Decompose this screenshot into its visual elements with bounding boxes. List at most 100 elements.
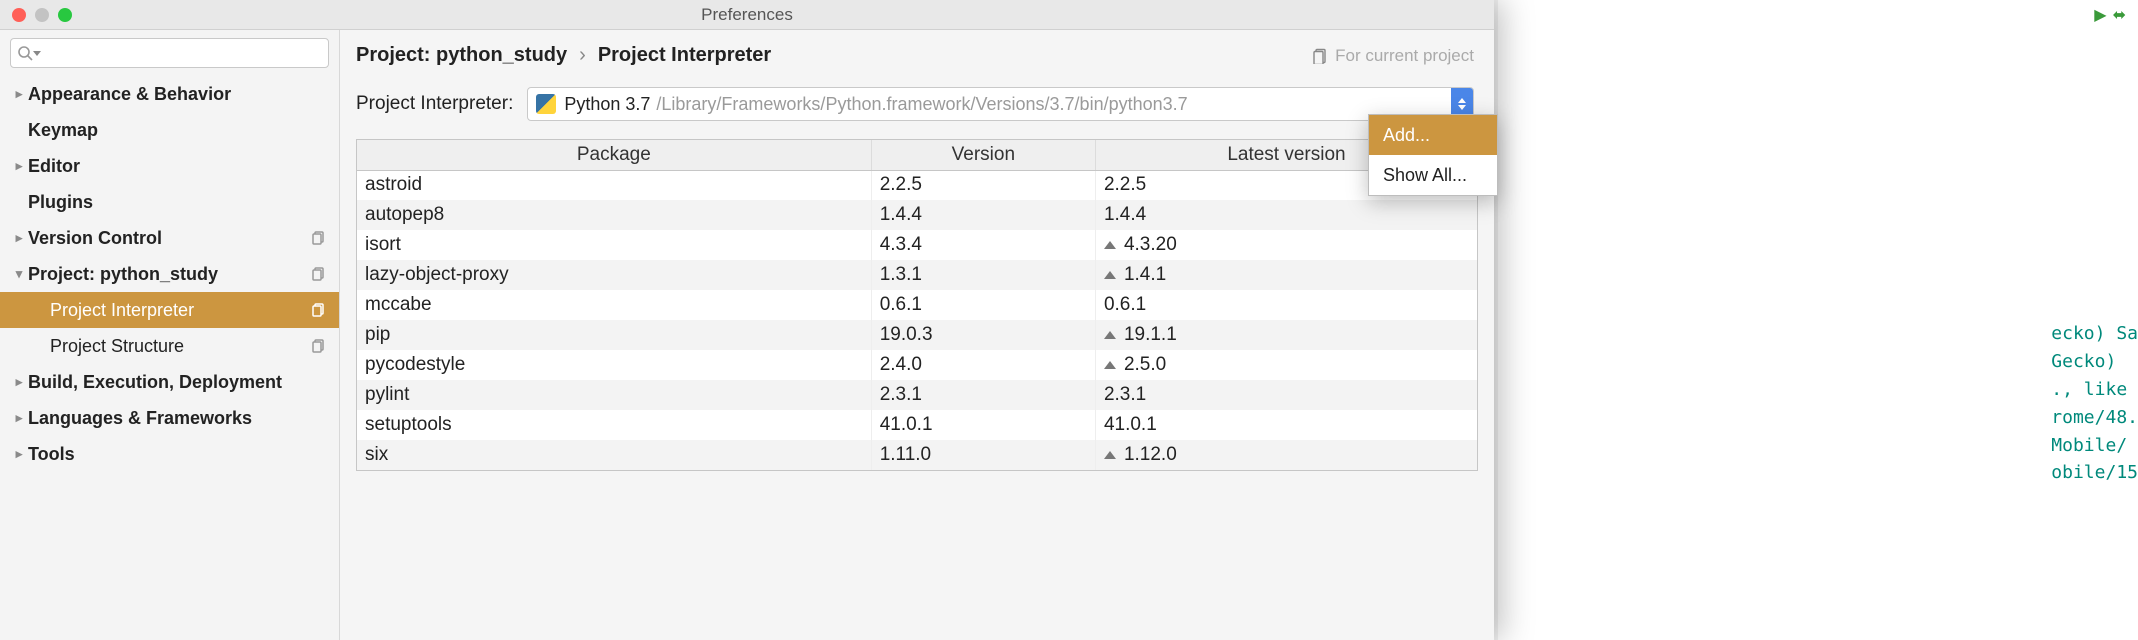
sidebar-item-label: Editor — [28, 156, 329, 177]
chevron-right-icon: ▸ — [10, 158, 28, 174]
chevron-down-icon — [33, 49, 41, 57]
document-icon — [1313, 48, 1329, 64]
upgrade-available-icon — [1104, 361, 1116, 369]
breadcrumb-separator: › — [579, 44, 586, 67]
cell-latest: 4.3.20 — [1095, 230, 1477, 260]
content-pane: Project: python_study › Project Interpre… — [340, 30, 1494, 640]
cell-package: isort — [357, 230, 871, 260]
cell-version: 1.11.0 — [871, 440, 1095, 470]
table-row[interactable]: mccabe0.6.10.6.1 — [357, 290, 1477, 320]
cell-package: pycodestyle — [357, 350, 871, 380]
search-input[interactable] — [45, 45, 322, 62]
interpreter-dropdown[interactable]: Python 3.7 /Library/Frameworks/Python.fr… — [527, 87, 1474, 121]
sidebar-item-editor[interactable]: ▸Editor — [0, 148, 339, 184]
search-field[interactable] — [10, 38, 329, 68]
table-row[interactable]: pip19.0.319.1.1 — [357, 320, 1477, 350]
table-row[interactable]: autopep81.4.41.4.4 — [357, 200, 1477, 230]
interpreter-settings-popup: Add...Show All... — [1368, 114, 1498, 196]
scope-icon — [309, 266, 329, 282]
scope-icon — [309, 302, 329, 318]
chevron-right-icon: ▸ — [10, 374, 28, 390]
sidebar-item-project-structure[interactable]: Project Structure — [0, 328, 339, 364]
sidebar-item-build-execution-deployment[interactable]: ▸Build, Execution, Deployment — [0, 364, 339, 400]
close-button[interactable] — [12, 8, 26, 22]
table-row[interactable]: astroid2.2.52.2.5 — [357, 170, 1477, 200]
sidebar-item-label: Plugins — [28, 192, 329, 213]
popup-item-show-all[interactable]: Show All... — [1369, 155, 1497, 195]
sidebar-item-label: Project: python_study — [28, 264, 309, 285]
cell-package: pip — [357, 320, 871, 350]
table-row[interactable]: setuptools41.0.141.0.1 — [357, 410, 1477, 440]
scope-icon — [309, 338, 329, 354]
sidebar-item-tools[interactable]: ▸Tools — [0, 436, 339, 472]
background-code: ecko) Sa Gecko) ., like rome/48. Mobile/… — [2051, 320, 2138, 487]
packages-table: Package Version Latest version astroid2.… — [356, 139, 1478, 471]
cell-version: 2.4.0 — [871, 350, 1095, 380]
sidebar: ▸Appearance & BehaviorKeymap▸EditorPlugi… — [0, 30, 340, 640]
cell-version: 1.4.4 — [871, 200, 1095, 230]
table-row[interactable]: lazy-object-proxy1.3.11.4.1 — [357, 260, 1477, 290]
interpreter-label: Project Interpreter: — [356, 93, 513, 115]
traffic-lights — [0, 8, 72, 22]
scope-icon — [309, 230, 329, 246]
table-row[interactable]: pycodestyle2.4.02.5.0 — [357, 350, 1477, 380]
debug-icon: ⬌ — [2113, 5, 2126, 25]
upgrade-available-icon — [1104, 271, 1116, 279]
cell-latest: 2.3.1 — [1095, 380, 1477, 410]
chevron-right-icon: ▸ — [10, 446, 28, 462]
col-version[interactable]: Version — [871, 140, 1095, 170]
upgrade-available-icon — [1104, 241, 1116, 249]
for-current-project-label: For current project — [1313, 46, 1474, 66]
interpreter-name: Python 3.7 — [564, 94, 650, 115]
sidebar-item-project-python-study[interactable]: ▾Project: python_study — [0, 256, 339, 292]
cell-package: six — [357, 440, 871, 470]
sidebar-item-label: Appearance & Behavior — [28, 84, 329, 105]
chevron-right-icon: ▸ — [10, 230, 28, 246]
sidebar-item-label: Version Control — [28, 228, 309, 249]
sidebar-item-keymap[interactable]: Keymap — [0, 112, 339, 148]
run-icon: ▶ — [2094, 5, 2106, 25]
zoom-button[interactable] — [58, 8, 72, 22]
cell-version: 1.3.1 — [871, 260, 1095, 290]
minimize-button[interactable] — [35, 8, 49, 22]
col-package[interactable]: Package — [357, 140, 871, 170]
sidebar-item-project-interpreter[interactable]: Project Interpreter — [0, 292, 339, 328]
cell-latest: 1.4.4 — [1095, 200, 1477, 230]
cell-package: setuptools — [357, 410, 871, 440]
popup-item-add[interactable]: Add... — [1369, 115, 1497, 155]
table-row[interactable]: isort4.3.44.3.20 — [357, 230, 1477, 260]
cell-latest: 19.1.1 — [1095, 320, 1477, 350]
breadcrumb-page: Project Interpreter — [598, 44, 771, 67]
titlebar: Preferences — [0, 0, 1494, 30]
search-icon — [17, 45, 33, 61]
sidebar-item-version-control[interactable]: ▸Version Control — [0, 220, 339, 256]
sidebar-item-appearance-behavior[interactable]: ▸Appearance & Behavior — [0, 76, 339, 112]
table-row[interactable]: pylint2.3.12.3.1 — [357, 380, 1477, 410]
sidebar-item-label: Languages & Frameworks — [28, 408, 329, 429]
cell-version: 4.3.4 — [871, 230, 1095, 260]
table-row[interactable]: six1.11.01.12.0 — [357, 440, 1477, 470]
upgrade-available-icon — [1104, 451, 1116, 459]
sidebar-item-plugins[interactable]: Plugins — [0, 184, 339, 220]
cell-package: lazy-object-proxy — [357, 260, 871, 290]
chevron-down-icon: ▾ — [10, 266, 28, 282]
upgrade-available-icon — [1104, 331, 1116, 339]
cell-latest: 1.12.0 — [1095, 440, 1477, 470]
cell-latest: 0.6.1 — [1095, 290, 1477, 320]
cell-latest: 41.0.1 — [1095, 410, 1477, 440]
cell-package: mccabe — [357, 290, 871, 320]
cell-version: 41.0.1 — [871, 410, 1095, 440]
cell-latest: 1.4.1 — [1095, 260, 1477, 290]
cell-package: autopep8 — [357, 200, 871, 230]
breadcrumb-project: Project: python_study — [356, 44, 567, 67]
chevron-right-icon: ▸ — [10, 86, 28, 102]
sidebar-item-label: Keymap — [28, 120, 329, 141]
sidebar-item-languages-frameworks[interactable]: ▸Languages & Frameworks — [0, 400, 339, 436]
cell-version: 0.6.1 — [871, 290, 1095, 320]
settings-tree: ▸Appearance & BehaviorKeymap▸EditorPlugi… — [0, 74, 339, 640]
cell-version: 2.3.1 — [871, 380, 1095, 410]
preferences-window: Preferences ▸Appearance & BehaviorKeymap… — [0, 0, 1494, 640]
sidebar-item-label: Build, Execution, Deployment — [28, 372, 329, 393]
cell-package: pylint — [357, 380, 871, 410]
background-editor: ▶ ⬌ ecko) Sa Gecko) ., like rome/48. Mob… — [1498, 0, 2138, 640]
